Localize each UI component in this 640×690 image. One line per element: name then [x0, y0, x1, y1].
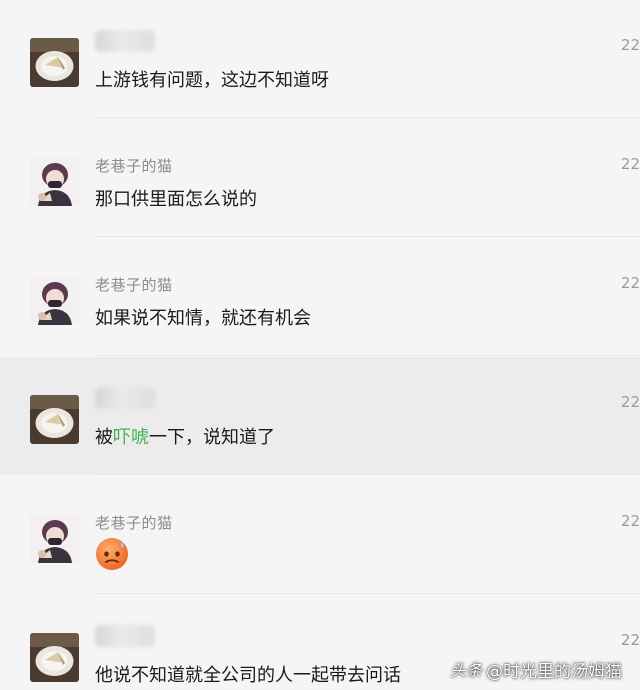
- sender-name-redacted: [95, 387, 155, 409]
- chat-message-list: 上游钱有问题，这边不知道呀 22 老巷子的猫 那口供里面怎么说的 22 老巷子的…: [0, 0, 640, 690]
- message-text-part: 被: [95, 427, 113, 448]
- sender-name-redacted: [95, 30, 155, 52]
- sender-name-redacted: [95, 625, 155, 647]
- plate-icon[interactable]: [30, 38, 79, 87]
- message-time: 22: [620, 274, 640, 292]
- watermark: 头条 @时光里的汤姆猫: [444, 654, 628, 684]
- message-time: 22: [620, 631, 640, 649]
- divider: [95, 355, 640, 356]
- masked-person-icon[interactable]: [30, 514, 79, 563]
- message-item[interactable]: 老巷子的猫 那口供里面怎么说的 22: [0, 119, 640, 237]
- divider: [95, 593, 640, 594]
- watermark-handle: @时光里的汤姆猫: [486, 661, 622, 682]
- plate-icon[interactable]: [30, 633, 79, 682]
- message-time: 22: [620, 36, 640, 54]
- masked-person-icon[interactable]: [30, 157, 79, 206]
- watermark-brand: 头条: [449, 661, 482, 680]
- divider: [95, 117, 640, 118]
- masked-person-icon[interactable]: [30, 276, 79, 325]
- message-item[interactable]: 被吓唬一下，说知道了 22: [0, 357, 640, 475]
- message-text-part: 一下，说知道了: [149, 427, 275, 448]
- message-text: 如果说不知情，就还有机会: [95, 308, 311, 329]
- sweat-face-emoji: [95, 537, 129, 571]
- message-text: 那口供里面怎么说的: [95, 189, 257, 210]
- message-time: 22: [620, 155, 640, 173]
- divider: [95, 236, 640, 237]
- message-item[interactable]: 上游钱有问题，这边不知道呀 22: [0, 0, 640, 118]
- sender-name: 老巷子的猫: [95, 514, 173, 532]
- divider: [95, 474, 640, 475]
- message-text: 他说不知道就全公司的人一起带去问话: [95, 665, 401, 686]
- sender-name: 老巷子的猫: [95, 276, 173, 294]
- message-text: 被吓唬一下，说知道了: [95, 423, 275, 449]
- message-time: 22: [620, 393, 640, 411]
- message-item[interactable]: 老巷子的猫 22: [0, 476, 640, 594]
- message-text: 上游钱有问题，这边不知道呀: [95, 70, 329, 91]
- message-item[interactable]: 老巷子的猫 如果说不知情，就还有机会 22: [0, 238, 640, 356]
- message-time: 22: [620, 512, 640, 530]
- highlighted-keyword[interactable]: 吓唬: [113, 427, 149, 448]
- sender-name: 老巷子的猫: [95, 157, 173, 175]
- plate-icon[interactable]: [30, 395, 79, 444]
